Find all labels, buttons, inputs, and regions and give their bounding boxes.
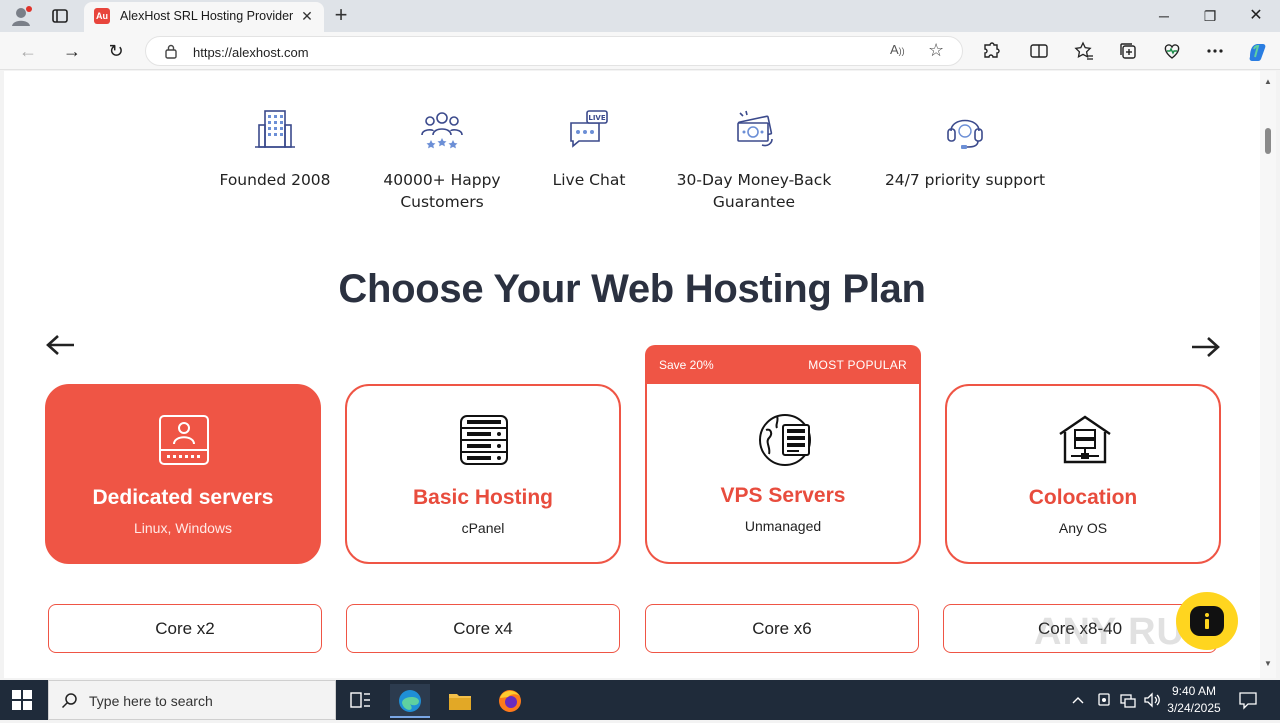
plan-subtitle: Linux, Windows bbox=[133, 520, 233, 536]
edge-taskbar-icon[interactable] bbox=[390, 684, 430, 718]
lock-icon[interactable] bbox=[164, 44, 178, 59]
extensions-icon[interactable] bbox=[981, 41, 1001, 61]
feature-label: 40000+ Happy Customers bbox=[383, 171, 501, 211]
split-screen-icon[interactable] bbox=[1029, 41, 1049, 61]
feature-money-back: 30-Day Money-Back Guarantee bbox=[664, 107, 844, 213]
feature-support: 24/7 priority support bbox=[870, 107, 1060, 191]
windows-start-icon[interactable] bbox=[12, 690, 32, 710]
most-popular-banner: Save 20% MOST POPULAR bbox=[645, 345, 921, 386]
feature-label: 24/7 priority support bbox=[884, 171, 1046, 189]
favorites-icon[interactable] bbox=[1074, 41, 1094, 61]
headset-icon bbox=[947, 119, 983, 149]
feature-label: 30-Day Money-Back Guarantee bbox=[676, 171, 832, 211]
search-placeholder: Type here to search bbox=[89, 693, 213, 709]
alexhost-favicon-icon: Au bbox=[94, 8, 110, 24]
active-tab[interactable]: Au AlexHost SRL Hosting Provider - ✕ bbox=[84, 2, 324, 32]
window-close-icon[interactable]: ✕ bbox=[1244, 5, 1268, 27]
core-x6-button[interactable]: Core x6 bbox=[645, 604, 919, 653]
url-text[interactable]: https://alexhost.com bbox=[193, 45, 309, 60]
money-back-icon bbox=[737, 110, 773, 147]
profile-icon[interactable] bbox=[10, 5, 34, 27]
windows-taskbar: Type here to search 9:40 AM 3/24/2025 bbox=[0, 680, 1280, 720]
address-bar[interactable]: https://alexhost.com A)) ☆ bbox=[145, 36, 963, 66]
server-rack-icon bbox=[460, 415, 508, 465]
collections-icon[interactable] bbox=[1118, 41, 1138, 61]
search-icon bbox=[61, 692, 79, 710]
plan-card-dedicated[interactable]: Dedicated servers Linux, Windows bbox=[45, 384, 321, 564]
copilot-icon[interactable] bbox=[1246, 41, 1266, 61]
happy-customers-icon bbox=[421, 112, 463, 149]
plan-card-basic-hosting[interactable]: Basic Hosting cPanel bbox=[345, 384, 621, 564]
file-explorer-icon[interactable] bbox=[440, 684, 480, 718]
plan-title: VPS Servers bbox=[720, 484, 846, 507]
tab-title: AlexHost SRL Hosting Provider - bbox=[120, 9, 296, 23]
page-scrollbar[interactable]: ▲ ▼ bbox=[1260, 71, 1276, 678]
chat-icon bbox=[1190, 606, 1224, 636]
forward-icon[interactable]: → bbox=[61, 40, 83, 62]
scroll-up-icon[interactable]: ▲ bbox=[1263, 77, 1273, 86]
task-view-icon[interactable] bbox=[340, 684, 380, 718]
network-device-icon[interactable] bbox=[1096, 690, 1112, 710]
most-popular-badge: MOST POPULAR bbox=[808, 358, 907, 372]
feature-founded: Founded 2008 bbox=[210, 107, 340, 191]
page-viewport: Founded 2008 40000+ Happy Customers LIVE… bbox=[4, 71, 1260, 678]
plan-subtitle: cPanel bbox=[461, 520, 505, 536]
firefox-icon[interactable] bbox=[490, 684, 530, 718]
close-icon[interactable]: ✕ bbox=[298, 7, 316, 25]
vps-globe-icon bbox=[759, 414, 811, 466]
read-aloud-label: A bbox=[890, 42, 899, 57]
notifications-icon[interactable] bbox=[1238, 690, 1258, 710]
plan-card-colocation[interactable]: Colocation Any OS bbox=[945, 384, 1221, 564]
clock-time: 9:40 AM bbox=[1171, 684, 1217, 698]
save-badge: Save 20% bbox=[659, 358, 714, 372]
scroll-down-icon[interactable]: ▼ bbox=[1263, 659, 1273, 668]
browser-title-bar: Au AlexHost SRL Hosting Provider - ✕ + ─… bbox=[0, 0, 1280, 32]
carousel-prev-arrow-icon[interactable] bbox=[44, 333, 78, 357]
back-icon[interactable]: ← bbox=[17, 40, 39, 62]
new-tab-icon[interactable]: + bbox=[330, 4, 352, 26]
read-aloud-icon[interactable]: A)) bbox=[890, 42, 910, 62]
feature-live-chat: LIVE Live Chat bbox=[534, 107, 644, 191]
browser-essentials-icon[interactable] bbox=[1162, 41, 1182, 61]
taskbar-clock[interactable]: 9:40 AM 3/24/2025 bbox=[1164, 683, 1224, 717]
plan-title: Dedicated servers bbox=[92, 486, 274, 509]
building-icon bbox=[255, 110, 295, 148]
network-icon[interactable] bbox=[1119, 690, 1137, 710]
dedicated-server-icon bbox=[159, 415, 209, 465]
plan-card-vps[interactable]: VPS Servers Unmanaged bbox=[645, 384, 921, 564]
restore-icon[interactable]: ❐ bbox=[1198, 5, 1222, 27]
feature-label: Founded 2008 bbox=[219, 171, 331, 189]
minimize-icon[interactable]: ─ bbox=[1152, 5, 1176, 27]
chat-widget-button[interactable] bbox=[1176, 592, 1238, 650]
core-x2-button[interactable]: Core x2 bbox=[48, 604, 322, 653]
reload-icon[interactable]: ↻ bbox=[105, 40, 127, 62]
clock-date: 3/24/2025 bbox=[1167, 701, 1221, 715]
favorite-star-icon[interactable]: ☆ bbox=[928, 40, 950, 62]
volume-icon[interactable] bbox=[1143, 690, 1161, 710]
feature-customers: 40000+ Happy Customers bbox=[367, 107, 517, 213]
colocation-icon bbox=[1059, 415, 1111, 464]
plan-subtitle: Any OS bbox=[1058, 520, 1108, 536]
taskbar-search-box[interactable]: Type here to search bbox=[48, 680, 336, 720]
browser-toolbar: ← → ↻ https://alexhost.com A)) ☆ bbox=[0, 32, 1280, 70]
more-icon[interactable] bbox=[1205, 41, 1225, 61]
feature-label: Live Chat bbox=[552, 171, 626, 189]
scroll-thumb[interactable] bbox=[1265, 128, 1271, 154]
plan-subtitle: Unmanaged bbox=[744, 518, 822, 534]
core-x4-button[interactable]: Core x4 bbox=[346, 604, 620, 653]
svg-text:LIVE: LIVE bbox=[588, 114, 605, 122]
plan-title: Colocation bbox=[1028, 486, 1138, 509]
show-hidden-icons-icon[interactable] bbox=[1071, 690, 1085, 710]
live-chat-icon: LIVE bbox=[570, 110, 608, 148]
tab-actions-icon[interactable] bbox=[50, 6, 70, 26]
plan-title: Basic Hosting bbox=[412, 486, 554, 509]
page-title: Choose Your Web Hosting Plan bbox=[338, 267, 926, 311]
carousel-next-arrow-icon[interactable] bbox=[1188, 335, 1222, 359]
